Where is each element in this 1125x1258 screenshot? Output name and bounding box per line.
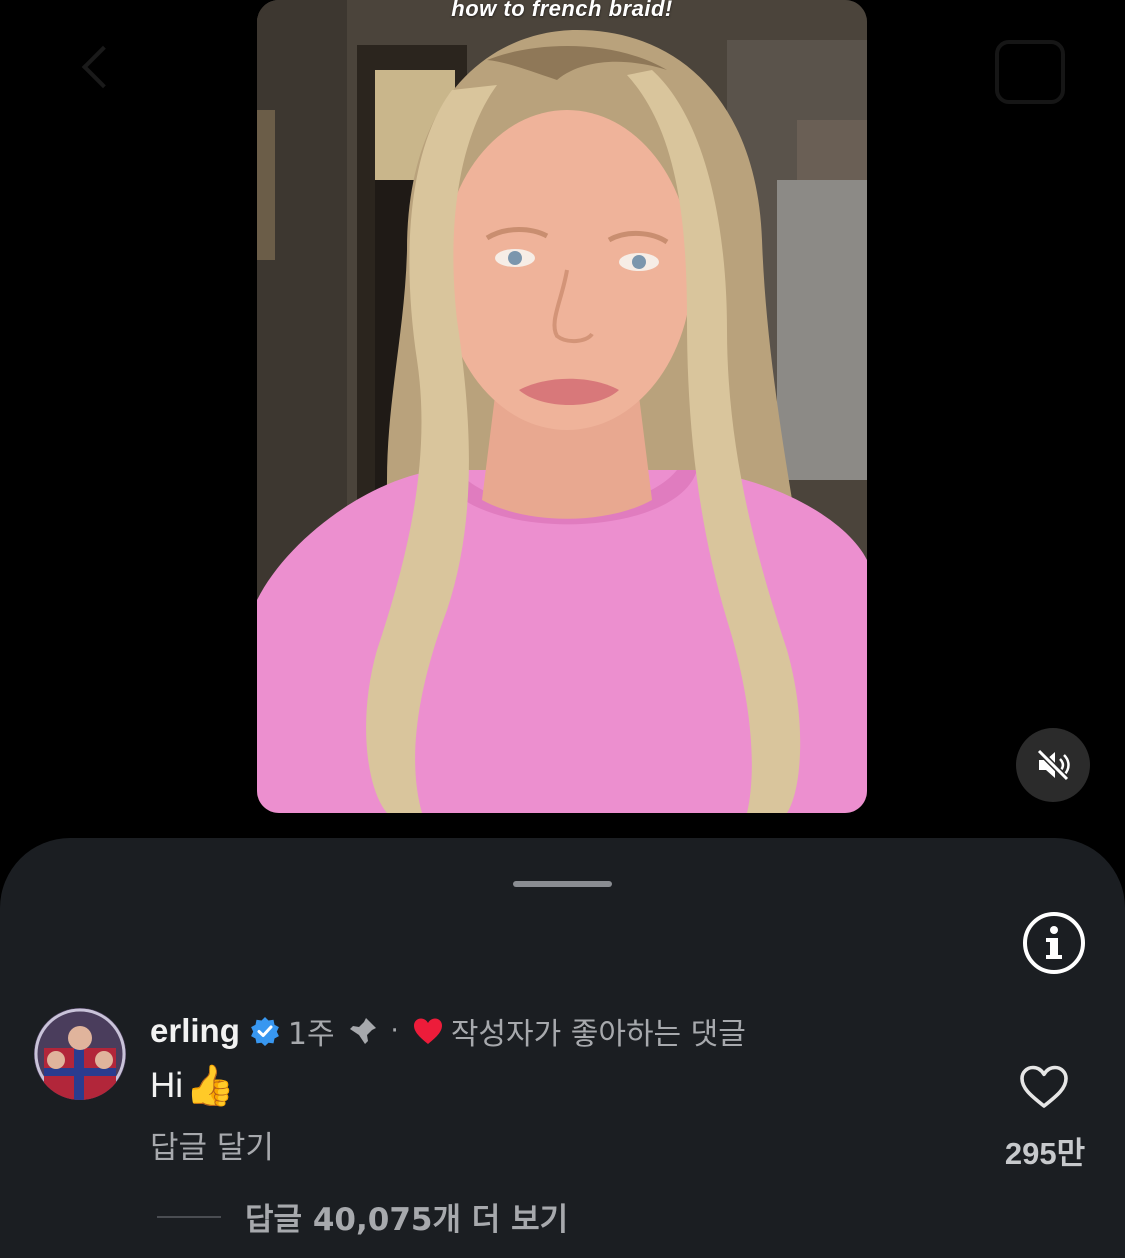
- pin-icon: [349, 1018, 376, 1044]
- avatar-image: [34, 1008, 126, 1100]
- mute-button[interactable]: [1016, 728, 1090, 802]
- comment-body: Hi 👍: [150, 1062, 235, 1109]
- comment-time: 1주: [287, 1017, 335, 1052]
- sheet-grabber[interactable]: [513, 881, 612, 887]
- like-count: 295만: [1004, 1136, 1086, 1171]
- separator-dot: ·: [390, 1016, 399, 1046]
- video-player[interactable]: how to french braid!: [257, 0, 867, 813]
- info-icon[interactable]: [1021, 910, 1087, 976]
- view-replies-button[interactable]: 답글 40,075개 더 보기: [245, 1194, 568, 1239]
- heart-outline-icon[interactable]: [1018, 1064, 1070, 1110]
- comment-header: erling 1주 · 작성자가 좋아하는 댓글: [150, 1009, 746, 1053]
- thumbs-up-emoji: 👍: [185, 1064, 235, 1108]
- reels-comment-screen: how to french braid! erling 1주 · 작성자가 좋아…: [0, 0, 1125, 1258]
- reply-button[interactable]: 답글 달기: [150, 1122, 274, 1167]
- replies-divider: [157, 1216, 221, 1218]
- liked-by-author-label: 작성자가 좋아하는 댓글: [450, 1017, 746, 1052]
- video-frame: [257, 0, 867, 813]
- heart-icon: [413, 1018, 442, 1044]
- comment-text: Hi: [150, 1065, 184, 1105]
- verified-badge-icon: [250, 1017, 279, 1046]
- video-caption: how to french braid!: [451, 0, 673, 21]
- camera-icon[interactable]: [995, 40, 1065, 104]
- back-icon[interactable]: [81, 45, 125, 89]
- avatar[interactable]: [34, 1008, 126, 1100]
- speaker-muted-icon: [1035, 747, 1071, 783]
- comment-username[interactable]: erling: [150, 1012, 240, 1050]
